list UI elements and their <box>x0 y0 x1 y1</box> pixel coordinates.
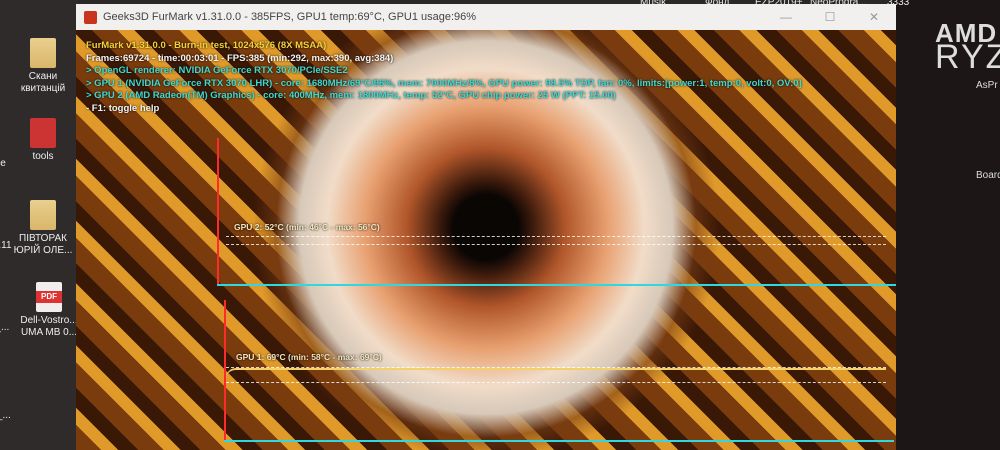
partial-icon[interactable]: e <box>0 158 38 170</box>
partial-icon[interactable]: ... <box>0 80 18 92</box>
graph-y-axis <box>224 300 226 442</box>
app-icon <box>30 118 56 148</box>
close-button[interactable]: ✕ <box>852 10 896 24</box>
minimize-button[interactable]: — <box>764 10 808 24</box>
gpu1-temp-curve <box>226 368 886 378</box>
osd-frames: Frames:69724 - time:00:03:01 - FPS:385 (… <box>86 52 394 64</box>
graph-max-line <box>226 236 886 237</box>
gpu1-graph-label: GPU 1: 69°C (min: 58°C - max: 69°C) <box>236 352 382 362</box>
osd-title: FurMark v1.31.0.0 - Burn-in test, 1024x5… <box>86 40 327 51</box>
furmark-app-icon <box>84 10 97 24</box>
graph-max-line <box>226 367 886 368</box>
desktop-icon-aspr[interactable]: AsPr <box>976 80 998 91</box>
pdf-icon: PDF <box>36 282 62 312</box>
osd-gpu1: > GPU 1 (NVIDIA GeForce RTX 3070 LHR) - … <box>86 77 802 89</box>
partial-icon[interactable]: кція_... <box>0 410 30 422</box>
folder-icon <box>30 38 56 68</box>
maximize-button[interactable]: ☐ <box>808 10 852 24</box>
graph-x-axis <box>224 440 894 442</box>
graph-min-line <box>226 244 886 245</box>
desktop-icon-scans[interactable]: Скани квитанцій <box>8 38 78 95</box>
graph-x-axis <box>217 284 896 286</box>
osd-overlay: FurMark v1.31.0.0 - Burn-in test, 1024x5… <box>86 40 802 115</box>
window-title: Geeks3D FurMark v1.31.0.0 - 385FPS, GPU1… <box>103 11 477 23</box>
osd-help: - F1: toggle help <box>86 102 160 114</box>
osd-gpu2: > GPU 2 (AMD Radeon(TM) Graphics) - core… <box>86 90 616 101</box>
desktop-left: Скани квитанцій tools ПІВТОРАК ЮРІЙ ОЛЕ.… <box>0 0 78 450</box>
ryzen-logo: RYZ <box>935 38 1000 76</box>
osd-renderer: > OpenGL renderer: NVIDIA GeForce RTX 30… <box>86 65 348 76</box>
gpu2-graph-label: GPU 2: 52°C (min: 46°C - max: 56°C) <box>234 222 380 232</box>
folder-icon <box>30 200 56 230</box>
graph-min-line <box>226 382 886 383</box>
partial-icon[interactable]: гра_... <box>0 322 30 334</box>
render-viewport: FurMark v1.31.0.0 - Burn-in test, 1024x5… <box>76 30 896 450</box>
graph-y-axis <box>217 138 219 285</box>
desktop-icon-board[interactable]: Board <box>976 170 1000 181</box>
furmark-window: Geeks3D FurMark v1.31.0.0 - 385FPS, GPU1… <box>76 4 896 450</box>
title-bar[interactable]: Geeks3D FurMark v1.31.0.0 - 385FPS, GPU1… <box>76 4 896 30</box>
desktop-icon-tools[interactable]: tools <box>8 118 78 163</box>
partial-icon[interactable]: .11 <box>0 240 40 252</box>
